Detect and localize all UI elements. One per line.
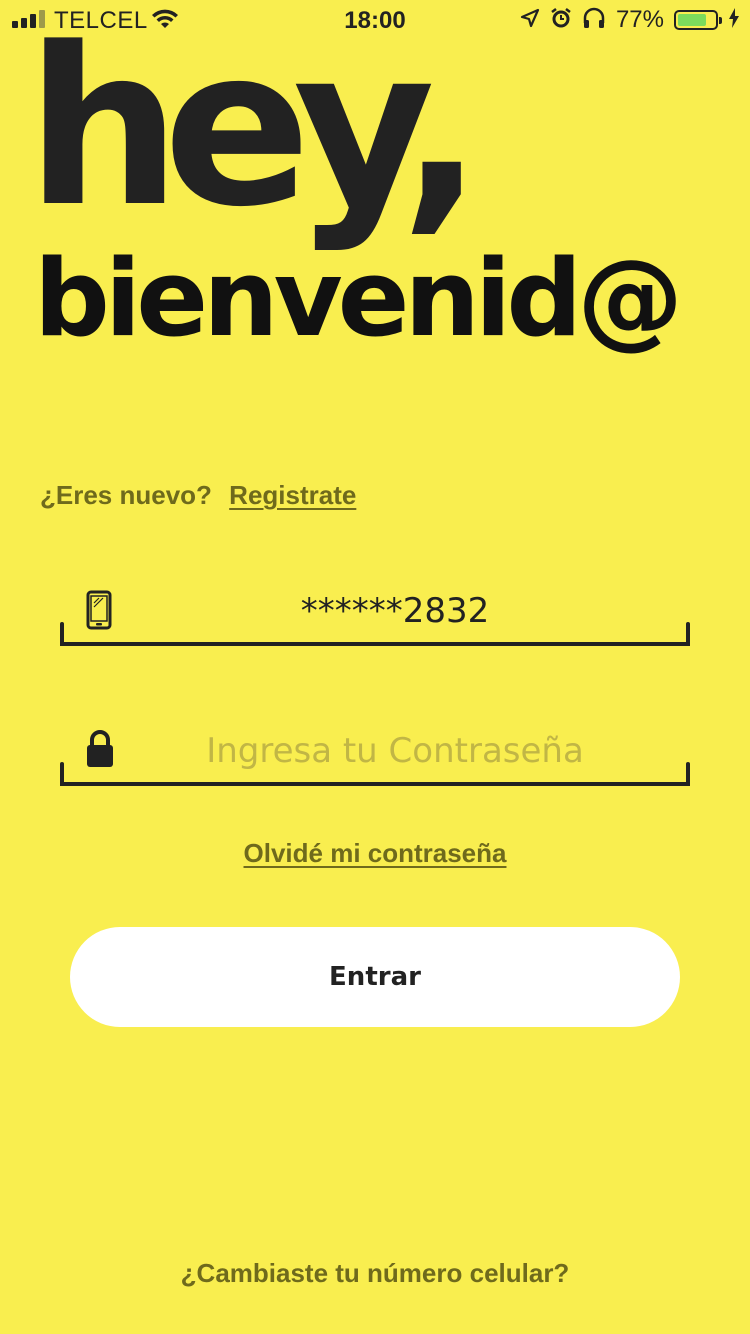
change-number-link[interactable]: ¿Cambiaste tu número celular? <box>0 1258 750 1289</box>
forgot-password-link[interactable]: Olvidé mi contraseña <box>244 838 507 868</box>
location-arrow-icon <box>520 8 540 33</box>
register-prompt-row: ¿Eres nuevo? Registrate <box>40 480 356 511</box>
phone-input[interactable] <box>120 588 670 634</box>
battery-icon <box>674 10 722 30</box>
mobile-phone-icon <box>86 590 112 635</box>
phone-field[interactable] <box>60 588 690 646</box>
forgot-password-row: Olvidé mi contraseña <box>0 838 750 869</box>
charging-bolt-icon <box>728 7 740 33</box>
headphones-icon <box>582 7 606 34</box>
alarm-icon <box>550 7 572 34</box>
password-input[interactable] <box>120 728 670 774</box>
login-button-label: Entrar <box>329 962 421 992</box>
register-link[interactable]: Registrate <box>229 480 356 510</box>
battery-percent: 77% <box>615 6 664 33</box>
login-button[interactable]: Entrar <box>70 927 680 1027</box>
headline-welcome: bienvenid@ <box>34 237 683 360</box>
password-field[interactable] <box>60 728 690 786</box>
lock-icon <box>86 730 114 773</box>
register-prompt-text: ¿Eres nuevo? <box>40 480 212 510</box>
headline-hey: hey, <box>26 2 483 255</box>
